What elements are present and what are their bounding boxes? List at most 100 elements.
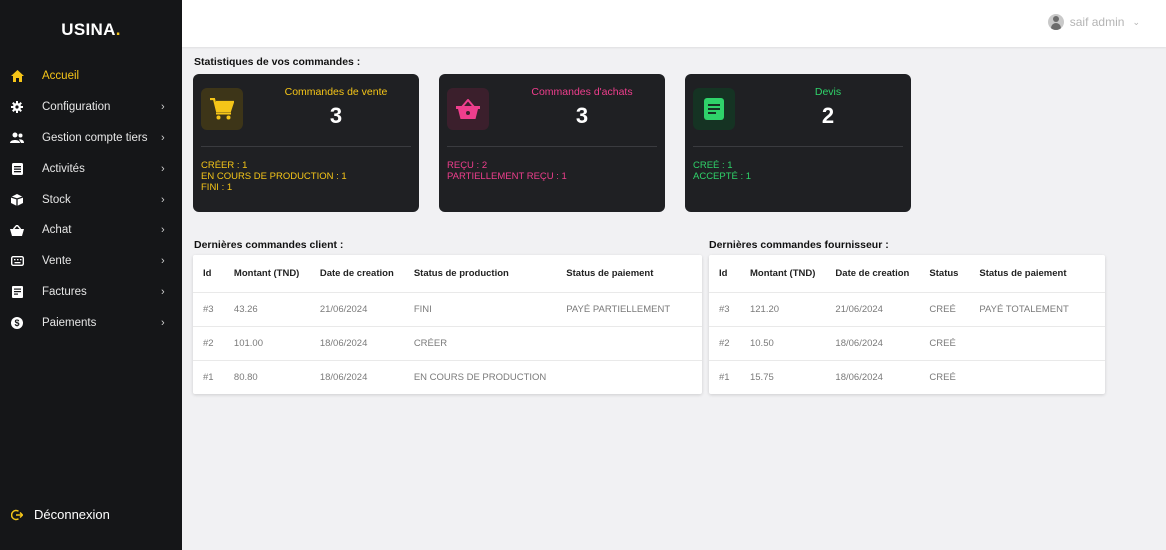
card-line: PARTIELLEMENT REÇU : 1 bbox=[447, 171, 567, 182]
svg-text:$: $ bbox=[14, 318, 19, 328]
top-header: saif admin ⌄ bbox=[182, 0, 1166, 47]
keyboard-icon bbox=[10, 254, 24, 268]
cell-id: #3 bbox=[193, 291, 224, 326]
cell-date: 18/06/2024 bbox=[825, 359, 920, 394]
home-icon bbox=[10, 69, 24, 83]
card-breakdown: CRÉER : 1 EN COURS DE PRODUCTION : 1 FIN… bbox=[201, 160, 347, 193]
sidebar-item-label: Accueil bbox=[42, 70, 80, 83]
sidebar-item-stock[interactable]: Stock › bbox=[0, 184, 182, 215]
cell-payment-status bbox=[556, 359, 702, 394]
column-header[interactable]: Montant (TND) bbox=[224, 255, 310, 292]
cell-production-status: CRÉER bbox=[403, 325, 557, 360]
table-row[interactable]: #1 15.75 18/06/2024 CREÉ bbox=[709, 359, 1105, 394]
card-title: Devis bbox=[814, 86, 842, 98]
table-header-row: Id Montant (TND) Date de creation Status… bbox=[193, 255, 702, 292]
chevron-right-icon: › bbox=[161, 101, 165, 114]
table-header-row: Id Montant (TND) Date de creation Status… bbox=[709, 255, 1105, 292]
column-header[interactable]: Date de creation bbox=[310, 255, 404, 292]
card-title: Commandes de vente bbox=[284, 86, 388, 98]
basket-icon bbox=[10, 223, 24, 237]
cell-production-status: FINI bbox=[403, 291, 557, 326]
chevron-right-icon: › bbox=[161, 131, 165, 144]
sidebar-item-activites[interactable]: Activités › bbox=[0, 153, 182, 184]
cell-amount: 121.20 bbox=[739, 291, 826, 326]
dollar-icon: $ bbox=[10, 316, 24, 330]
sidebar-item-paiements[interactable]: $ Paiements › bbox=[0, 307, 182, 338]
column-header[interactable]: Id bbox=[193, 255, 224, 292]
sales-orders-card[interactable]: Commandes de vente 3 CRÉER : 1 EN COURS … bbox=[193, 74, 419, 212]
table-row[interactable]: #3 121.20 21/06/2024 CREÉ PAYÉ TOTALEMEN… bbox=[709, 291, 1105, 326]
sidebar-item-gestion-compte-tiers[interactable]: Gestion compte tiers › bbox=[0, 123, 182, 154]
cell-status: CREÉ bbox=[919, 291, 970, 326]
card-line: REÇU : 2 bbox=[447, 160, 488, 171]
box-icon bbox=[10, 193, 24, 207]
card-line: FINI : 1 bbox=[201, 182, 233, 193]
logo-text: USINA bbox=[61, 20, 116, 39]
chevron-right-icon: › bbox=[161, 224, 165, 237]
sidebar-nav: Accueil Configuration › Gestion compte t… bbox=[0, 61, 182, 338]
column-header[interactable]: Status de paiement bbox=[556, 255, 702, 292]
cell-amount: 101.00 bbox=[223, 325, 310, 360]
column-header[interactable]: Montant (TND) bbox=[740, 255, 825, 292]
quotes-card[interactable]: Devis 2 CREÉ : 1 ACCEPTÉ : 1 bbox=[685, 74, 911, 212]
sidebar-item-label: Gestion compte tiers bbox=[42, 131, 148, 144]
stats-title: Statistiques de vos commandes : bbox=[194, 56, 361, 68]
card-line: EN COURS DE PRODUCTION : 1 bbox=[201, 171, 347, 182]
cell-amount: 43.26 bbox=[223, 291, 310, 326]
column-header[interactable]: Status bbox=[919, 255, 969, 292]
column-header[interactable]: Id bbox=[709, 255, 740, 292]
cell-status: CREÉ bbox=[919, 359, 970, 394]
column-header[interactable]: Status de production bbox=[404, 255, 556, 292]
cell-date: 18/06/2024 bbox=[825, 325, 920, 360]
sidebar-item-configuration[interactable]: Configuration › bbox=[0, 92, 182, 123]
sidebar-item-label: Paiements bbox=[42, 316, 97, 329]
cell-payment-status bbox=[969, 325, 1105, 360]
cell-payment-status bbox=[556, 325, 702, 360]
column-header[interactable]: Status de paiement bbox=[969, 255, 1105, 292]
sidebar-item-label: Stock bbox=[42, 193, 71, 206]
cell-date: 18/06/2024 bbox=[309, 359, 404, 394]
sidebar: USINA. Accueil Configuration › Gestion c… bbox=[0, 0, 182, 550]
column-header[interactable]: Date de creation bbox=[825, 255, 919, 292]
table-row[interactable]: #3 43.26 21/06/2024 FINI PAYÉ PARTIELLEM… bbox=[193, 291, 702, 326]
sidebar-item-label: Vente bbox=[42, 255, 72, 268]
supplier-orders-table: Id Montant (TND) Date de creation Status… bbox=[709, 255, 1105, 394]
sidebar-item-accueil[interactable]: Accueil bbox=[0, 61, 182, 92]
cell-status: CREÉ bbox=[919, 325, 970, 360]
user-menu[interactable]: saif admin ⌄ bbox=[1047, 14, 1140, 30]
card-divider bbox=[201, 146, 411, 147]
table-row[interactable]: #1 80.80 18/06/2024 EN COURS DE PRODUCTI… bbox=[193, 359, 702, 394]
sidebar-item-achat[interactable]: Achat › bbox=[0, 215, 182, 246]
card-breakdown: REÇU : 2 PARTIELLEMENT REÇU : 1 bbox=[447, 160, 567, 182]
cell-production-status: EN COURS DE PRODUCTION bbox=[403, 359, 557, 394]
avatar bbox=[1047, 14, 1064, 30]
users-icon bbox=[10, 131, 24, 145]
sidebar-item-factures[interactable]: Factures › bbox=[0, 277, 182, 308]
card-divider bbox=[693, 146, 903, 147]
chevron-down-icon: ⌄ bbox=[1132, 16, 1140, 27]
sidebar-item-vente[interactable]: Vente › bbox=[0, 246, 182, 277]
cell-id: #2 bbox=[709, 325, 740, 360]
supplier-orders-title: Dernières commandes fournisseur : bbox=[709, 239, 889, 251]
card-divider bbox=[447, 146, 657, 147]
document-icon bbox=[693, 88, 735, 130]
card-line: CRÉER : 1 bbox=[201, 160, 248, 171]
cell-id: #3 bbox=[709, 291, 740, 326]
cell-id: #2 bbox=[193, 325, 224, 360]
table-row[interactable]: #2 10.50 18/06/2024 CREÉ bbox=[709, 325, 1105, 360]
purchase-orders-card[interactable]: Commandes d'achats 3 REÇU : 2 PARTIELLEM… bbox=[439, 74, 665, 212]
logout-button[interactable]: Déconnexion bbox=[10, 507, 110, 522]
table-row[interactable]: #2 101.00 18/06/2024 CRÉER bbox=[193, 325, 702, 360]
sidebar-item-label: Activités bbox=[42, 162, 85, 175]
cell-payment-status: PAYÉ TOTALEMENT bbox=[969, 291, 1105, 326]
app-logo[interactable]: USINA. bbox=[0, 20, 182, 40]
list-icon bbox=[10, 162, 24, 176]
cell-amount: 10.50 bbox=[739, 325, 826, 360]
chevron-right-icon: › bbox=[161, 193, 165, 206]
card-line: CREÉ : 1 bbox=[693, 160, 733, 171]
logo-dot: . bbox=[115, 20, 121, 39]
cart-icon bbox=[201, 88, 243, 130]
client-orders-table: Id Montant (TND) Date de creation Status… bbox=[193, 255, 702, 394]
cell-date: 18/06/2024 bbox=[309, 325, 404, 360]
gear-icon bbox=[10, 100, 24, 114]
